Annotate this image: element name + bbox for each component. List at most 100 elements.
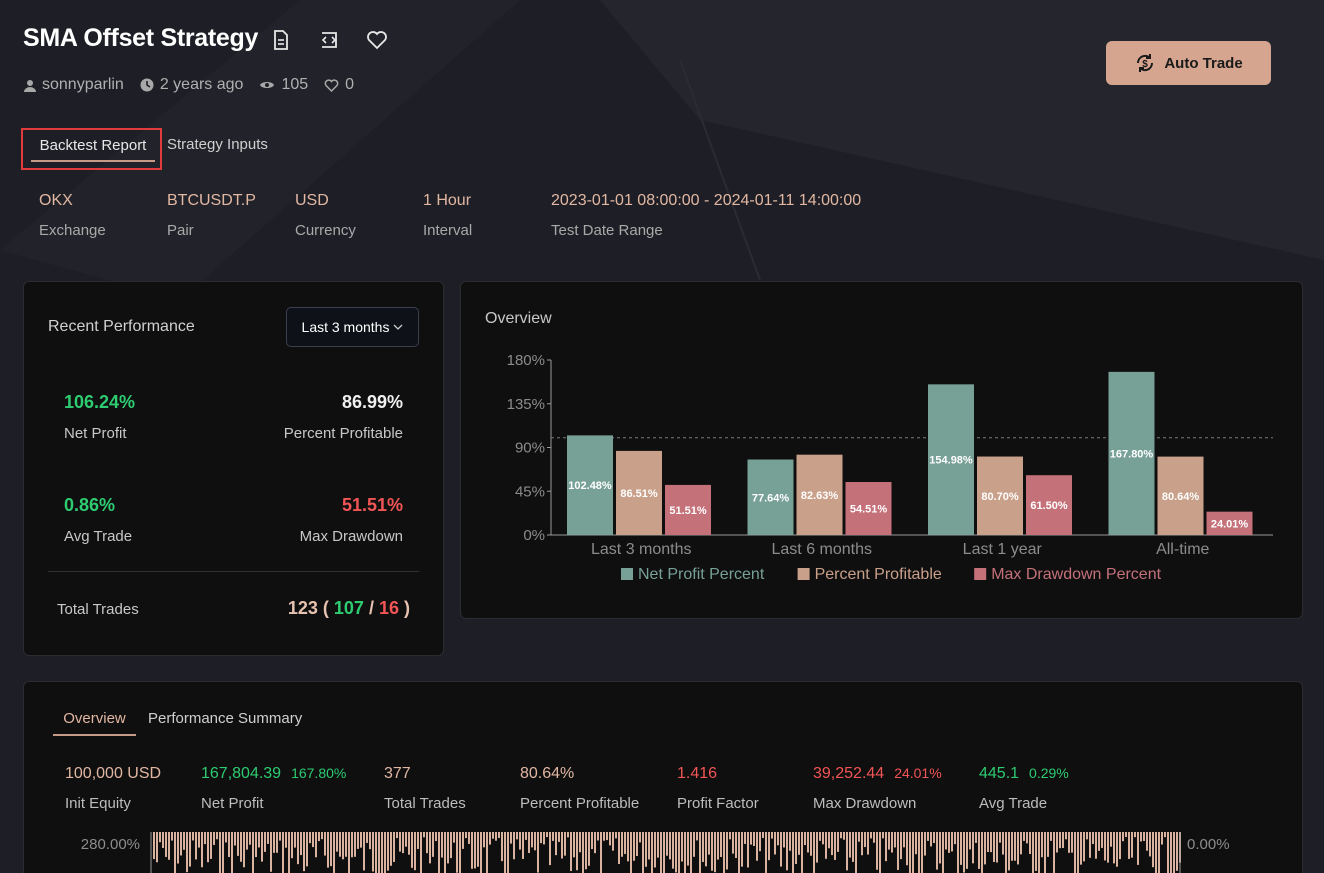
- period-select[interactable]: Last 3 months: [286, 307, 419, 347]
- equity-bar: [537, 832, 539, 873]
- y-tick-label: 180%: [507, 352, 545, 369]
- stat-percent: 167.80%: [291, 765, 347, 781]
- equity-bar: [711, 832, 713, 871]
- equity-bar: [747, 832, 749, 868]
- equity-bar: [327, 832, 329, 868]
- equity-bar: [471, 832, 473, 869]
- equity-bar: [861, 832, 863, 856]
- equity-bar: [894, 832, 896, 848]
- equity-bar: [267, 832, 269, 844]
- equity-bar: [249, 832, 251, 845]
- equity-bar: [555, 832, 557, 856]
- equity-bar: [1005, 832, 1007, 873]
- tab-strategy-inputs[interactable]: Strategy Inputs: [167, 136, 268, 153]
- equity-bar: [936, 832, 938, 870]
- equity-bar: [654, 832, 656, 868]
- equity-bar: [603, 832, 605, 841]
- equity-bar: [408, 832, 410, 855]
- x-tick-label: Last 1 year: [963, 541, 1043, 558]
- equity-bar: [588, 832, 590, 866]
- equity-bar: [510, 832, 512, 844]
- tab-backtest-report[interactable]: Backtest Report: [21, 128, 162, 170]
- views: 105: [259, 76, 308, 94]
- equity-bar: [1125, 832, 1127, 838]
- info-value: USD: [295, 192, 329, 209]
- equity-bar: [798, 832, 800, 855]
- data-label: 24.01%: [1211, 518, 1249, 530]
- equity-bar: [657, 832, 659, 858]
- equity-bar: [900, 832, 902, 860]
- equity-bar: [912, 832, 914, 873]
- stat-label: Profit Factor: [677, 795, 759, 812]
- equity-bar: [282, 832, 284, 873]
- equity-bar: [741, 832, 743, 867]
- equity-bar: [207, 832, 209, 863]
- equity-bar: [786, 832, 788, 871]
- data-label: 80.64%: [1162, 491, 1200, 503]
- equity-bar: [384, 832, 386, 873]
- equity-bar: [1086, 832, 1088, 840]
- equity-bar: [426, 832, 428, 854]
- equity-bar: [825, 832, 827, 859]
- tab-performance-summary[interactable]: Performance Summary: [148, 710, 302, 727]
- heart-icon[interactable]: [364, 28, 390, 52]
- equity-bar: [873, 832, 875, 843]
- equity-bar: [318, 832, 320, 842]
- code-icon[interactable]: [316, 28, 342, 52]
- equity-bar: [1143, 832, 1145, 841]
- equity-bar: [570, 832, 572, 872]
- equity-bar: [366, 832, 368, 843]
- equity-bar: [888, 832, 890, 850]
- auto-trade-button[interactable]: $ Auto Trade: [1106, 41, 1271, 85]
- equity-bar: [336, 832, 338, 852]
- equity-bar: [1128, 832, 1130, 859]
- equity-bar: [609, 832, 611, 846]
- equity-bar: [864, 832, 866, 848]
- info-label: Test Date Range: [551, 222, 663, 239]
- equity-bar: [315, 832, 317, 858]
- equity-bar: [972, 832, 974, 864]
- data-label: 102.48%: [568, 480, 612, 492]
- equity-bar: [213, 832, 215, 845]
- heart-outline-icon: [324, 78, 339, 92]
- equity-bar: [633, 832, 635, 861]
- equity-bar: [585, 832, 587, 870]
- equity-bar: [1134, 832, 1136, 838]
- info-interval: 1 Hour Interval: [423, 192, 472, 239]
- info-currency: USD Currency: [295, 192, 356, 239]
- equity-bar: [1098, 832, 1100, 851]
- equity-bar: [867, 832, 869, 855]
- tab-overview[interactable]: Overview: [53, 710, 136, 736]
- equity-bar: [804, 832, 806, 846]
- equity-bar: [309, 832, 311, 844]
- stat-percent-profitable-total: 80.64% Percent Profitable: [520, 765, 639, 812]
- equity-bar: [852, 832, 854, 862]
- equity-bar: [501, 832, 503, 862]
- equity-bar: [927, 832, 929, 841]
- document-icon[interactable]: [268, 28, 294, 52]
- equity-bar: [762, 832, 764, 838]
- equity-bar: [1068, 832, 1070, 853]
- stat-net-profit: 106.24% Net Profit: [64, 392, 135, 442]
- equity-bar: [1113, 832, 1115, 864]
- equity-bar: [708, 832, 710, 855]
- info-value: OKX: [39, 192, 73, 209]
- equity-bar: [1029, 832, 1031, 854]
- equity-bar: [1071, 832, 1073, 853]
- equity-bar: [438, 832, 440, 873]
- title-actions: [268, 28, 390, 52]
- equity-bar: [915, 832, 917, 855]
- equity-bar: [618, 832, 620, 865]
- equity-bar: [1164, 832, 1166, 838]
- equity-bar: [225, 832, 227, 843]
- equity-bar: [546, 832, 548, 838]
- info-label: Exchange: [39, 222, 106, 239]
- equity-bar: [789, 832, 791, 851]
- author[interactable]: sonnyparlin: [24, 76, 124, 94]
- equity-bar: [669, 832, 671, 860]
- equity-bar: [726, 832, 728, 870]
- equity-bar: [1158, 832, 1160, 873]
- equity-bar: [672, 832, 674, 869]
- equity-bar: [258, 832, 260, 848]
- equity-bar: [765, 832, 767, 873]
